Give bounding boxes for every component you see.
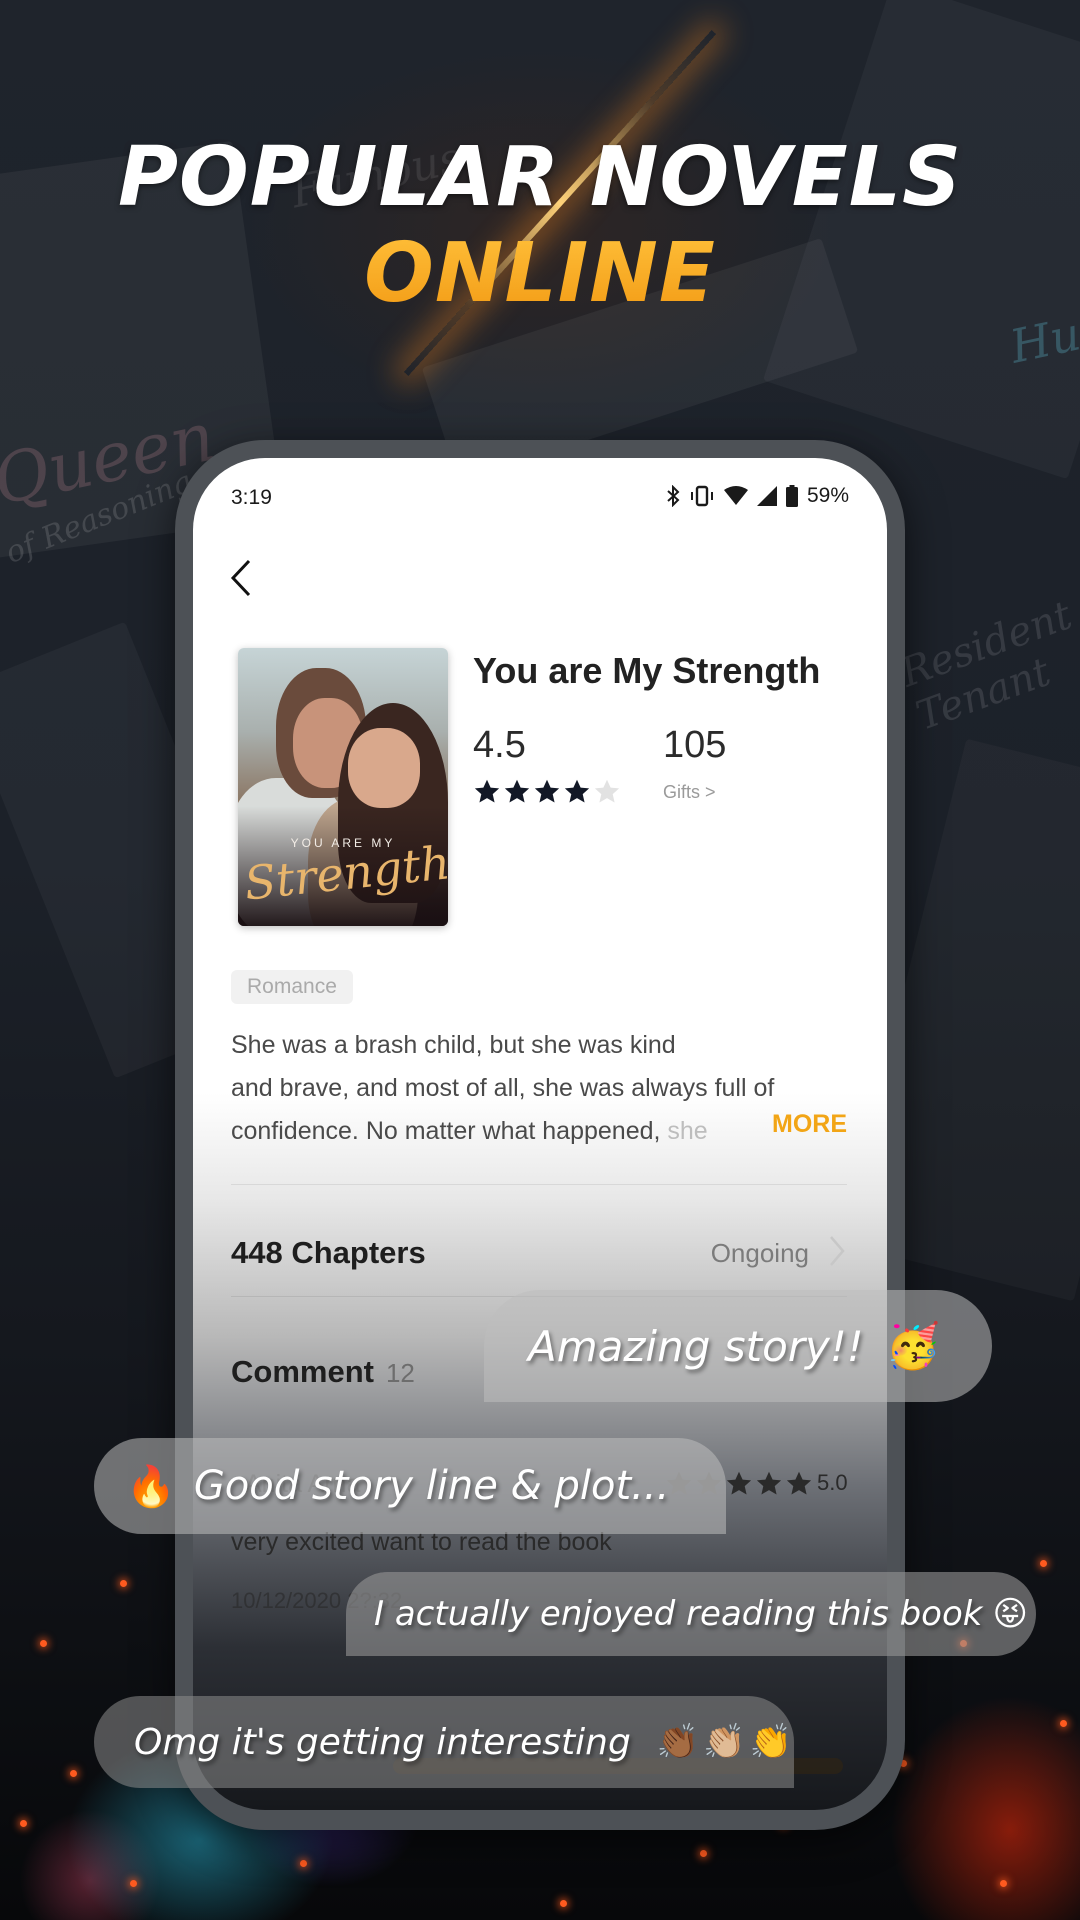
ember-particle (1060, 1720, 1067, 1727)
description-line: confidence. No matter what happened, she (231, 1117, 708, 1145)
comment-score: 5.0 (817, 1470, 848, 1495)
review-bubble: I actually enjoyed reading this book 😝 (346, 1572, 1036, 1656)
fire-emoji-icon: 🔥 (126, 1463, 176, 1510)
review-bubble: Omg it's getting interesting 👏🏾👏🏼👏 (94, 1696, 794, 1788)
genre-tag[interactable]: Romance (231, 970, 353, 1004)
ember-particle (1040, 1560, 1047, 1567)
ember-particle (300, 1860, 307, 1867)
star-filled-icon (756, 1471, 782, 1495)
bubble-text: Good story line & plot... (193, 1463, 670, 1509)
star-filled-icon (564, 779, 590, 803)
bubble-text: Amazing story!! (528, 1321, 864, 1371)
promo-headline: POPULAR NOVELS ONLINE (0, 132, 1080, 320)
star-filled-icon (786, 1471, 812, 1495)
signal-icon (756, 486, 777, 506)
back-button[interactable] (229, 548, 273, 608)
ember-particle (20, 1820, 27, 1827)
review-bubble: 🔥 Good story line & plot... (94, 1438, 726, 1534)
status-label: Ongoing (710, 1238, 809, 1268)
star-filled-icon (474, 779, 500, 803)
star-filled-icon (534, 779, 560, 803)
star-empty-icon (594, 779, 620, 803)
clapping-hands-emoji-icon: 👏🏾👏🏼👏 (656, 1722, 796, 1762)
star-filled-icon (504, 779, 530, 803)
chapters-label: 448 Chapters (231, 1235, 426, 1270)
headline-line-2: ONLINE (0, 228, 1080, 320)
headline-line-1: POPULAR NOVELS (117, 130, 963, 225)
squinting-tongue-emoji-icon: 😝 (992, 1594, 1028, 1634)
bubble-text: I actually enjoyed reading this book (374, 1594, 983, 1634)
ember-particle (1000, 1880, 1007, 1887)
comment-label: Comment (231, 1354, 374, 1389)
chevron-right-icon (830, 1236, 845, 1266)
gifts-count: 105 (663, 724, 727, 766)
rating-stars (473, 778, 621, 806)
status-time: 3:19 (231, 486, 272, 509)
ember-particle (120, 1580, 127, 1587)
vibrate-icon (690, 485, 713, 507)
book-cover[interactable]: YOU ARE MY Strength (238, 648, 448, 926)
review-bubble: Amazing story!! 🥳 (484, 1290, 992, 1402)
bubble-text: Omg it's getting interesting (134, 1721, 631, 1763)
battery-icon (785, 485, 798, 507)
battery-percent: 59% (806, 484, 849, 507)
ember-particle (700, 1850, 707, 1857)
ember-particle (130, 1880, 137, 1887)
star-filled-icon (726, 1471, 752, 1495)
book-description: She was a brash child, but she was kind … (231, 1024, 851, 1153)
bluetooth-icon (667, 485, 680, 507)
chevron-left-icon (230, 559, 251, 597)
comment-header: Comment 12 (231, 1354, 415, 1390)
gifts-link[interactable]: Gifts > (663, 782, 716, 803)
ember-particle (70, 1770, 77, 1777)
ember-particle (560, 1900, 567, 1907)
description-line: She was a brash child, but she was kind (231, 1031, 676, 1059)
divider (231, 1184, 847, 1185)
description-line: and brave, and most of all, she was alwa… (231, 1074, 775, 1102)
wifi-icon (723, 486, 748, 505)
book-title: You are My Strength (473, 650, 821, 691)
background-cover-text: Resident Tenant (894, 592, 1078, 740)
party-face-emoji-icon: 🥳 (885, 1321, 941, 1372)
comment-count: 12 (385, 1358, 415, 1388)
ember-particle (40, 1640, 47, 1647)
more-button[interactable]: MORE (772, 1110, 847, 1139)
status-bar: 3:19 59% (193, 478, 887, 522)
rating-value: 4.5 (473, 724, 526, 766)
